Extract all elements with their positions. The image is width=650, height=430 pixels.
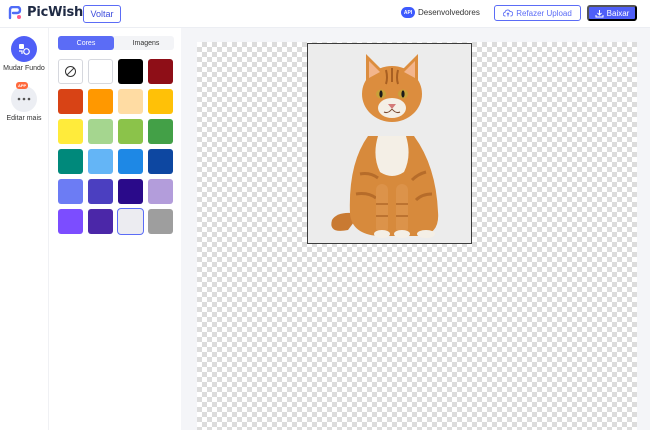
color-swatch[interactable] [88,179,113,204]
rail-label-edit-more: Editar mais [6,115,42,122]
top-bar: PicWish Voltar API Desenvolvedores Refaz… [0,0,650,28]
color-swatch[interactable] [88,89,113,114]
cloud-upload-icon [503,9,514,17]
change-background-icon [11,36,37,62]
color-swatch[interactable] [118,179,143,204]
color-swatch[interactable] [148,209,173,234]
color-swatch[interactable] [148,59,173,84]
color-swatch[interactable] [58,179,83,204]
color-swatch[interactable] [118,149,143,174]
swatch-none[interactable] [58,59,83,84]
color-swatch[interactable] [148,119,173,144]
background-panel: Cores Imagens [48,28,181,430]
tab-colors[interactable]: Cores [58,36,114,50]
more-dots-icon [11,86,37,112]
color-swatch[interactable] [148,149,173,174]
api-icon: API [401,7,415,18]
color-swatch[interactable] [117,208,144,235]
no-color-icon [65,66,76,77]
picwish-logo-icon [8,5,22,19]
color-swatch[interactable] [88,149,113,174]
color-swatch[interactable] [58,119,83,144]
reupload-button[interactable]: Refazer Upload [494,5,581,21]
color-swatch[interactable] [118,59,143,84]
color-swatch[interactable] [148,179,173,204]
color-swatch[interactable] [58,89,83,114]
app-badge: APP [16,82,29,89]
picwish-logo[interactable]: PicWish [8,5,83,20]
cat-image [331,54,439,238]
tab-images[interactable]: Imagens [118,36,174,50]
developers-label: Desenvolvedores [418,8,480,17]
rail-item-change-background[interactable]: Mudar Fundo [0,36,48,72]
rail-label-change-background: Mudar Fundo [3,65,45,72]
color-swatch[interactable] [88,59,113,84]
brand-name: PicWish [27,5,84,20]
developers-link[interactable]: API Desenvolvedores [401,7,480,18]
color-swatch[interactable] [58,149,83,174]
tool-rail: Mudar Fundo APP Editar mais [0,28,48,430]
color-swatch[interactable] [88,209,113,234]
reupload-label: Refazer Upload [516,8,572,18]
download-label: Baixar [606,8,630,18]
color-swatch[interactable] [58,209,83,234]
color-swatch[interactable] [118,119,143,144]
color-swatch[interactable] [148,89,173,114]
rail-item-edit-more[interactable]: APP Editar mais [0,82,48,122]
color-swatch[interactable] [118,89,143,114]
color-swatch[interactable] [88,119,113,144]
photo-frame[interactable] [307,43,472,244]
download-button[interactable]: Baixar [587,5,637,21]
download-icon [595,9,604,17]
back-button[interactable]: Voltar [83,5,121,23]
panel-tabs: Cores Imagens [58,36,174,50]
